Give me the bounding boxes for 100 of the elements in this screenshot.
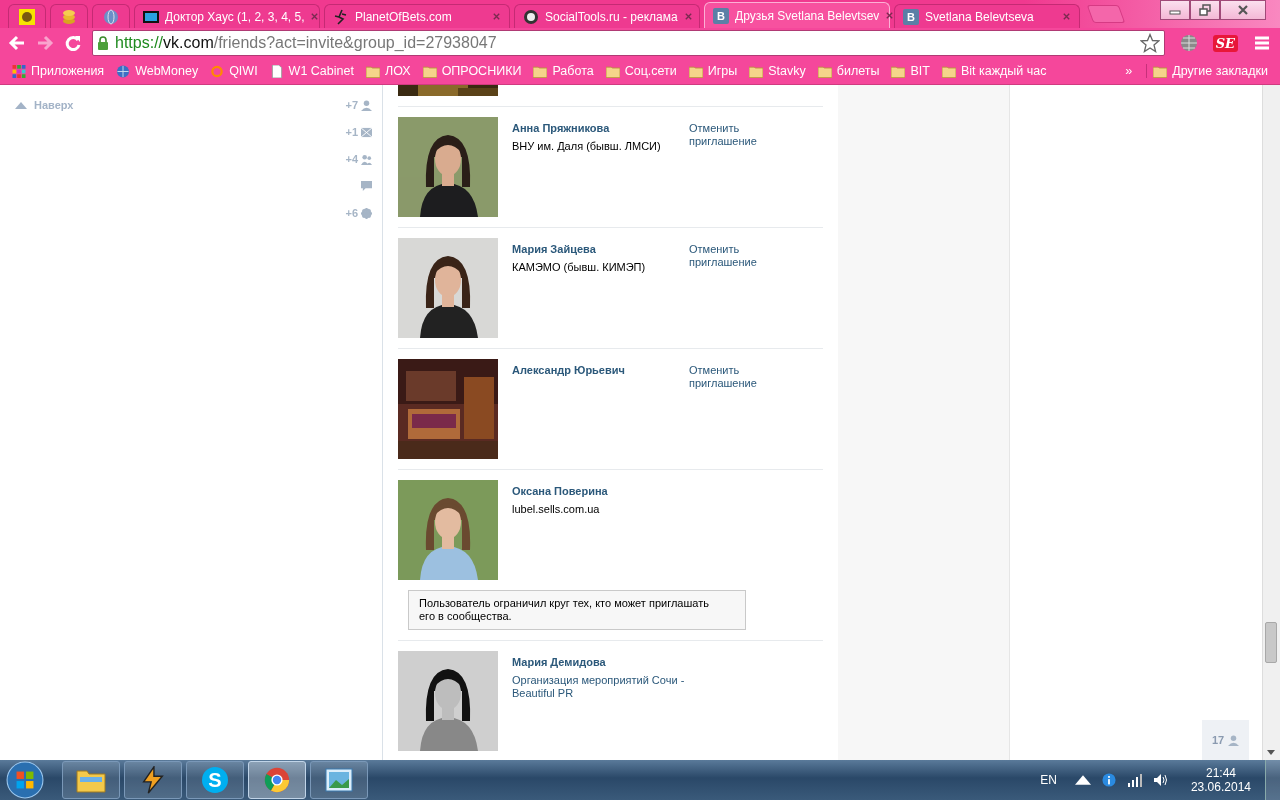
back-icon[interactable] [8,34,26,52]
browser-tab[interactable]: Доктор Хаус (1, 2, 3, 4, 5, [134,4,320,28]
notification-counter[interactable]: +7 [345,98,372,112]
taskbar-app[interactable]: S [186,761,244,799]
circle-icon [523,8,539,25]
browser-tab[interactable] [8,4,46,28]
notification-counter[interactable]: +6 [345,206,372,220]
bookmark-item[interactable]: ОПРОСНИКИ [416,64,528,78]
browser-tab[interactable] [92,4,130,28]
language-indicator[interactable]: EN [1040,773,1057,787]
scrollbar[interactable] [1262,85,1280,760]
group-link[interactable]: Организация мероприятий Сочи - Beautiful PR [512,674,689,700]
up-triangle-icon [15,101,27,109]
bookmark-item[interactable]: билеты [811,64,886,78]
close-button[interactable] [1220,0,1266,20]
browser-tab[interactable]: SocialTools.ru - реклама [514,4,700,28]
speech-bubble-icon [361,180,372,192]
folder-icon [749,64,764,78]
bookmark-item[interactable]: Работа [527,64,600,78]
info-icon[interactable] [1100,773,1117,787]
globe-icon[interactable] [1178,33,1199,53]
bookmark-item[interactable]: ЛОХ [359,64,417,78]
signal-icon[interactable] [1126,773,1143,787]
friend-name-link[interactable]: Оксана Поверина [512,485,689,497]
friend-info: КАМЭМО (бывш. КИМЭП) [512,261,647,274]
scroll-down-icon[interactable] [1267,750,1275,755]
overflow-chevron[interactable]: » [1119,64,1139,78]
friends-counter[interactable]: 17 [1202,720,1249,760]
friend-name-link[interactable]: Мария Зайцева [512,243,689,255]
cancel-invite-link[interactable]: Отменить приглашение [689,364,799,390]
clock-time[interactable]: 21:44 [1205,766,1236,780]
folder-icon [817,64,832,78]
close-icon[interactable] [885,11,895,20]
forward-icon[interactable] [36,34,54,52]
bookmark-item[interactable]: Приложения [6,64,111,78]
bookmark-item[interactable]: W1 Cabinet [263,64,360,78]
minimize-button[interactable] [1160,0,1190,20]
friend-info: lubel.sells.com.ua [512,503,601,516]
ring-icon [210,64,225,78]
browser-tab[interactable]: B Друзья Svetlana Belevtsev [704,2,890,28]
gear-icon [361,207,372,219]
friend-name-link[interactable]: Александр Юрьевич [512,364,689,376]
notification-counter[interactable]: +4 [345,152,372,166]
up-arrow-icon[interactable] [1074,773,1091,787]
scrollbar-thumb[interactable] [1265,622,1277,663]
restore-icon [1199,4,1211,16]
start-button[interactable] [6,761,44,799]
close-icon[interactable] [310,12,320,21]
bookmark-item[interactable]: QIWI [204,64,264,78]
cancel-invite-link[interactable]: Отменить приглашение [689,122,799,148]
reload-icon[interactable] [64,34,82,52]
globe-icon [103,8,119,25]
taskbar-app[interactable] [124,761,182,799]
folder-icon [1153,64,1168,78]
browser-tab[interactable]: B Svetlana Belevtseva [894,4,1080,28]
bookmark-star-icon[interactable] [1139,33,1160,53]
friend-name-link[interactable]: Анна Пряжникова [512,122,689,134]
tab-title: Друзья Svetlana Belevtsev [735,8,880,23]
bookmark-item[interactable]: Игры [682,64,744,78]
close-icon [1237,4,1249,16]
cancel-invite-link[interactable]: Отменить приглашение [689,243,799,269]
tab-title: Svetlana Belevtseva [925,9,1035,24]
coins-icon [61,8,77,25]
page-icon [269,64,284,78]
folder-icon [605,64,620,78]
folder-icon [941,64,956,78]
tab-title: PlanetOfBets.com [355,9,453,24]
browser-tab[interactable] [50,4,88,28]
people-icon [361,153,372,165]
envelope-icon [361,126,372,138]
bookmark-item[interactable]: BIT [885,64,936,78]
notice-message: Пользователь ограничил круг тех, кто может приглашать его в сообщества. [408,590,746,630]
folder-icon [365,64,380,78]
show-desktop-button[interactable] [1265,760,1280,800]
bookmark-item[interactable]: Bit каждый час [935,64,1053,78]
restore-button[interactable] [1190,0,1220,20]
extension-button[interactable]: SE [1212,34,1238,52]
bookmark-item[interactable]: Соц.сети [599,64,683,78]
taskbar-app[interactable] [62,761,120,799]
folder-icon [891,64,906,78]
folder-icon [533,64,548,78]
bookmark-item[interactable]: WebMoney [110,64,205,78]
tab-title: SocialTools.ru - реклама [545,9,678,24]
friend-info: ВНУ им. Даля (бывш. ЛМСИ) [512,140,662,153]
close-icon[interactable] [492,12,501,21]
close-icon[interactable] [1062,12,1071,21]
other-bookmarks[interactable]: Другие закладки [1146,64,1274,78]
back-to-top-link[interactable]: Наверх [15,98,74,112]
notification-counter[interactable] [361,179,372,193]
address-bar[interactable]: https://vk.com/friends?act=invite&group_id=27938047 [92,30,1165,56]
taskbar-app[interactable] [310,761,368,799]
vk-favicon: B [713,7,729,24]
notification-counter[interactable]: +1 [345,125,372,139]
speaker-icon[interactable] [1152,773,1169,787]
close-icon[interactable] [683,12,693,21]
friend-name-link[interactable]: Мария Демидова [512,656,689,668]
browser-tab[interactable]: PlanetOfBets.com [324,4,510,28]
clock-date[interactable]: 23.06.2014 [1190,780,1251,794]
bookmark-item[interactable]: Stavky [743,64,812,78]
chrome-icon [262,766,292,794]
